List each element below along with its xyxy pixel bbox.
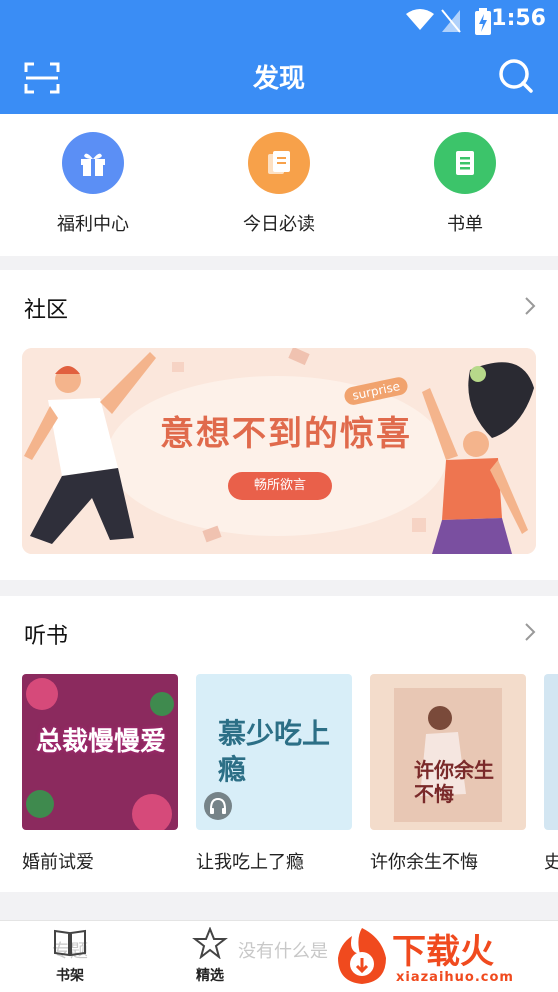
quick-entry-welfare[interactable]: 福利中心 <box>23 132 163 236</box>
headphone-icon <box>204 792 232 820</box>
section-title: 听书 <box>24 624 69 649</box>
book-title: 史 <box>544 852 558 873</box>
watermark-logo: 下载火 xiazaihuo.com <box>330 918 558 992</box>
watermark-text: 下载火 <box>392 932 494 972</box>
quick-entries: 福利中心 今日必读 书单 <box>0 114 558 256</box>
book-cover <box>544 674 558 830</box>
book-title: 婚前试爱 <box>22 852 94 873</box>
community-section: 社区 surprise 意想不到的惊喜 畅所欲言 <box>0 270 558 580</box>
book-card[interactable]: 许你余生不悔 许你余生不悔 <box>370 674 526 874</box>
tab-label: 书架 <box>56 968 84 984</box>
book-card[interactable]: 慕少吃上瘾 让我吃上了瘾 <box>196 674 352 874</box>
banner-button[interactable]: 畅所欲言 <box>228 472 332 500</box>
cover-text: 慕少吃上瘾 <box>218 717 331 786</box>
star-icon <box>192 926 228 960</box>
tab-bookshelf[interactable]: 书架 <box>30 927 110 985</box>
wifi-icon <box>406 9 434 30</box>
community-banner[interactable]: surprise 意想不到的惊喜 畅所欲言 <box>22 348 536 554</box>
quick-entry-booklist[interactable]: 书单 <box>395 132 535 236</box>
search-icon[interactable] <box>498 58 534 94</box>
audiobook-section: 听书 总裁慢慢爱 婚前试爱 慕少吃上瘾 让我吃上了瘾 许你余生不悔 许你余生不悔… <box>0 596 558 892</box>
partial-section-text: 没有什么是 <box>238 941 328 962</box>
app-header: 发现 <box>0 42 558 114</box>
gift-icon <box>62 132 124 194</box>
book-cover: 慕少吃上瘾 <box>196 674 352 830</box>
watermark-url: xiazaihuo.com <box>396 970 514 985</box>
cover-text: 许你余生不悔 <box>414 758 494 806</box>
status-time: 1:56 <box>491 6 546 31</box>
quick-entry-label: 书单 <box>447 214 483 235</box>
page-title: 发现 <box>252 64 305 94</box>
quick-entry-label: 今日必读 <box>243 214 315 235</box>
book-title: 许你余生不悔 <box>370 852 478 873</box>
book-card[interactable]: 史 <box>544 674 558 874</box>
chevron-right-icon[interactable] <box>524 622 536 642</box>
book-cover: 总裁慢慢爱 <box>22 674 178 830</box>
bookshelf-icon <box>54 929 86 957</box>
section-title: 社区 <box>24 298 69 323</box>
list-icon <box>434 132 496 194</box>
quick-entry-daily-read[interactable]: 今日必读 <box>209 132 349 236</box>
tab-label: 精选 <box>196 968 224 984</box>
status-bar: 1:56 <box>0 0 558 42</box>
banner-headline: 意想不到的惊喜 <box>160 414 412 454</box>
cover-text: 总裁慢慢爱 <box>36 727 167 757</box>
book-cover: 许你余生不悔 <box>370 674 526 830</box>
book-title: 让我吃上了瘾 <box>196 852 304 873</box>
no-signal-icon <box>441 9 461 33</box>
tab-featured[interactable]: 精选 <box>170 926 250 985</box>
quick-entry-label: 福利中心 <box>57 214 129 235</box>
battery-charging-icon <box>475 8 491 35</box>
chevron-right-icon[interactable] <box>524 296 536 316</box>
book-card[interactable]: 总裁慢慢爱 婚前试爱 <box>22 674 178 874</box>
book-icon <box>248 132 310 194</box>
